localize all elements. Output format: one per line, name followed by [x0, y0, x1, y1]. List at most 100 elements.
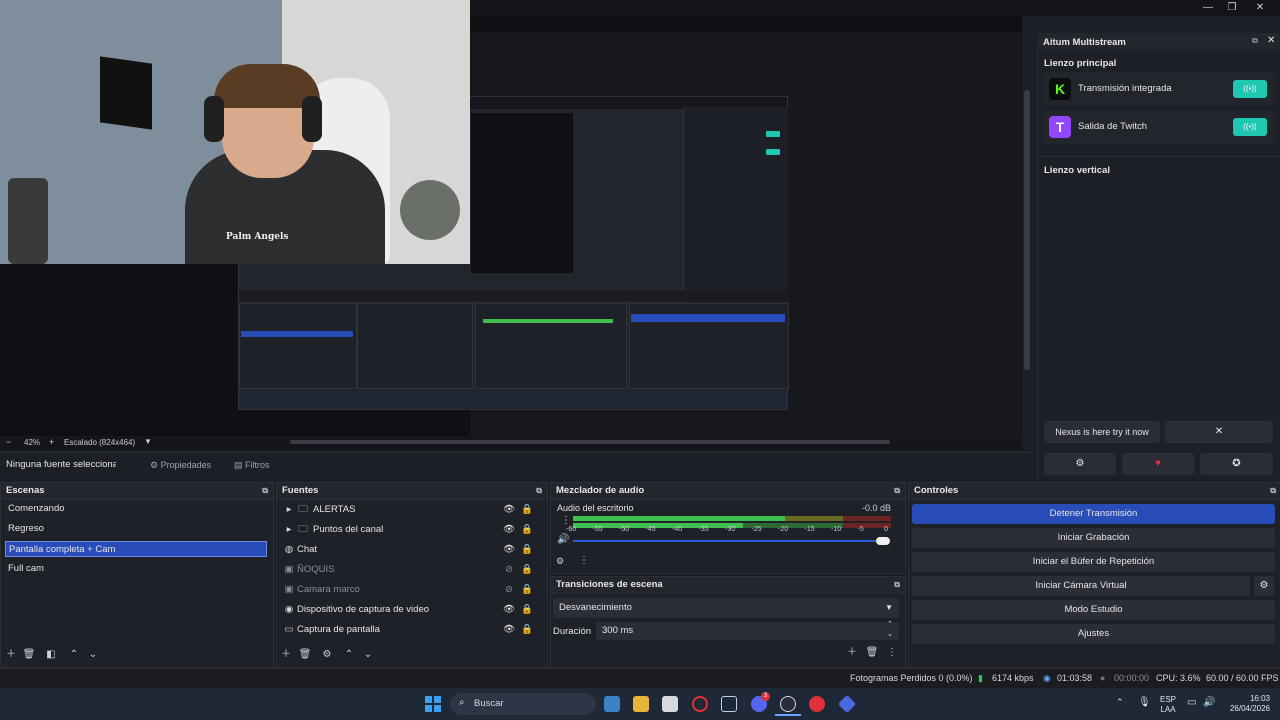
scene-item[interactable]: Regreso — [5, 521, 267, 537]
source-item-noquis[interactable]: ▣ ÑOQUIS ⊘ 🔒 — [283, 561, 538, 579]
volume-icon[interactable]: 🔊 — [1203, 697, 1215, 708]
popout-icon[interactable]: ⧉ — [1270, 483, 1276, 499]
source-item-camara-marco[interactable]: ▣ Camara marco ⊘ 🔒 — [283, 581, 538, 599]
zoom-in-button[interactable]: + — [49, 437, 54, 447]
maximize-button[interactable]: ❐ — [1220, 0, 1244, 16]
trash-icon[interactable]: 🗑 — [22, 648, 36, 662]
lock-icon[interactable]: 🔒 — [521, 541, 533, 559]
preview-horizontal-scrollbar[interactable] — [290, 440, 890, 444]
start-replay-buffer-button[interactable]: Iniciar el Búfer de Repetición — [912, 552, 1275, 572]
photos-app-icon[interactable] — [604, 696, 620, 712]
eye-icon[interactable]: 👁 — [503, 601, 515, 619]
properties-button[interactable]: ⚙ Propiedades — [146, 456, 215, 474]
preview-vertical-scrollbar[interactable] — [1024, 90, 1030, 370]
mixer-settings-icon[interactable]: ⚙ — [556, 556, 564, 567]
app-icon-red[interactable] — [809, 696, 825, 712]
network-icon[interactable]: ▭ — [1187, 697, 1196, 708]
kebab-menu-icon[interactable]: ⋮ — [885, 646, 899, 660]
popout-icon[interactable]: ⧉ — [894, 483, 900, 499]
volume-slider-handle[interactable] — [876, 537, 890, 545]
speaker-icon[interactable]: 🔊 — [557, 534, 569, 545]
scene-item[interactable]: Full cam — [5, 561, 267, 577]
minimize-button[interactable]: — — [1196, 0, 1220, 16]
add-source-button[interactable]: ＋ — [279, 648, 293, 662]
move-up-icon[interactable]: ⌃ — [342, 648, 356, 662]
spin-down-icon[interactable]: ⌄ — [887, 630, 893, 640]
obs-app-icon[interactable] — [780, 696, 796, 712]
lock-icon[interactable]: 🔒 — [521, 501, 533, 519]
zoom-out-button[interactable]: − — [6, 437, 11, 447]
close-icon[interactable]: ✕ — [1267, 35, 1275, 46]
start-virtual-camera-button[interactable]: Iniciar Cámara Virtual — [912, 576, 1250, 596]
start-recording-button[interactable]: Iniciar Grabación — [912, 528, 1275, 548]
trash-icon[interactable]: 🗑 — [298, 648, 312, 662]
file-explorer-icon[interactable] — [633, 696, 649, 712]
transition-select[interactable]: Desvanecimiento ▼ — [553, 598, 899, 618]
eye-hidden-icon[interactable]: ⊘ — [503, 561, 515, 579]
chevron-up-icon[interactable]: ⌃ — [1116, 697, 1124, 708]
expand-arrow-icon[interactable]: ▸ — [283, 521, 295, 539]
trash-icon[interactable]: 🗑 — [865, 646, 879, 660]
broadcast-toggle-icon[interactable]: ((•)) — [1233, 80, 1267, 98]
source-item-video-capture[interactable]: ◉ Dispositivo de captura de video 👁 🔒 — [283, 601, 538, 619]
gear-icon[interactable]: ⚙ — [1254, 576, 1274, 596]
scene-item[interactable]: Comenzando — [5, 501, 267, 517]
move-down-icon[interactable]: ⌄ — [86, 648, 100, 662]
source-item-screen-capture[interactable]: ▭ Captura de pantalla 👁 🔒 — [283, 621, 538, 639]
lock-icon[interactable]: 🔒 — [521, 601, 533, 619]
eye-icon[interactable]: 👁 — [503, 521, 515, 539]
settings-button[interactable]: Ajustes — [912, 624, 1275, 644]
chevron-down-icon[interactable]: ▼ — [144, 437, 152, 446]
mixer-ticks: -60 -55 -50 -45 -40 -35 -30 -25 -20 -15 -10 -5 0 — [566, 526, 896, 536]
lock-icon[interactable]: 🔒 — [521, 621, 533, 639]
add-transition-button[interactable]: ＋ — [845, 646, 859, 660]
eye-icon[interactable]: 👁 — [503, 541, 515, 559]
kebab-menu-icon[interactable]: ⋮ — [561, 515, 571, 526]
gear-icon[interactable]: ⚙ — [1044, 453, 1116, 475]
move-down-icon[interactable]: ⌄ — [361, 648, 375, 662]
stop-streaming-button[interactable]: Detener Transmisión — [912, 504, 1275, 524]
microphone-icon[interactable]: 🎙 — [1138, 697, 1151, 708]
heart-icon[interactable]: ♥ — [1122, 453, 1194, 475]
source-item-puntos[interactable]: ▸ 🗀 Puntos del canal 👁 🔒 — [283, 521, 538, 539]
move-up-icon[interactable]: ⌃ — [67, 648, 81, 662]
kebab-menu-icon[interactable]: ⋮ — [579, 555, 589, 566]
snipping-tool-icon[interactable] — [662, 696, 678, 712]
popout-icon[interactable]: ⧉ — [1252, 36, 1258, 46]
lock-icon[interactable]: 🔒 — [521, 561, 533, 579]
opera-gx-icon[interactable] — [692, 696, 708, 712]
popout-icon[interactable]: ⧉ — [262, 483, 268, 499]
language-indicator[interactable]: ESP LAA — [1160, 695, 1176, 715]
clock[interactable]: 16:03 26/04/2026 — [1222, 694, 1270, 714]
broadcast-toggle-icon[interactable]: ((•)) — [1233, 118, 1267, 136]
popout-icon[interactable]: ⧉ — [536, 483, 542, 499]
nexus-promo-button[interactable]: Nexus is here try it now — [1044, 421, 1160, 443]
volume-slider-track[interactable] — [573, 540, 885, 542]
spin-up-icon[interactable]: ⌃ — [887, 620, 893, 630]
mixer-channel-name: Audio del escritorio — [557, 503, 634, 513]
source-item-chat[interactable]: ◍ Chat 👁 🔒 — [283, 541, 538, 559]
lock-icon[interactable]: 🔒 — [521, 521, 533, 539]
discord-icon[interactable]: ✪ — [1200, 453, 1273, 475]
taskbar-search[interactable]: ⌕ Buscar — [450, 693, 596, 715]
gear-icon[interactable]: ⚙ — [320, 648, 334, 662]
close-button[interactable]: ✕ — [1248, 0, 1272, 16]
image-icon: ▣ — [284, 584, 294, 595]
expand-arrow-icon[interactable]: ▸ — [283, 501, 295, 519]
eye-hidden-icon[interactable]: ⊘ — [503, 581, 515, 599]
studio-mode-button[interactable]: Modo Estudio — [912, 600, 1275, 620]
duration-spinbox[interactable]: 300 ms ⌃ ⌄ — [596, 620, 899, 640]
scale-mode-select[interactable]: Escalado (824x464) — [64, 438, 135, 447]
scene-filters-icon[interactable]: ◧ — [44, 648, 58, 662]
windows-start-icon[interactable] — [425, 696, 441, 712]
filters-button[interactable]: ▤ Filtros — [230, 456, 274, 474]
steam-icon[interactable] — [721, 696, 737, 712]
source-item-alertas[interactable]: ▸ 🗀 ALERTAS 👁 🔒 — [283, 501, 538, 519]
nexus-close-button[interactable]: ✕ — [1165, 421, 1273, 443]
eye-icon[interactable]: 👁 — [503, 621, 515, 639]
add-scene-button[interactable]: ＋ — [4, 648, 18, 662]
lock-icon[interactable]: 🔒 — [521, 581, 533, 599]
popout-icon[interactable]: ⧉ — [894, 577, 900, 593]
scene-item-selected[interactable]: Pantalla completa + Cam — [5, 541, 267, 557]
eye-icon[interactable]: 👁 — [503, 501, 515, 519]
